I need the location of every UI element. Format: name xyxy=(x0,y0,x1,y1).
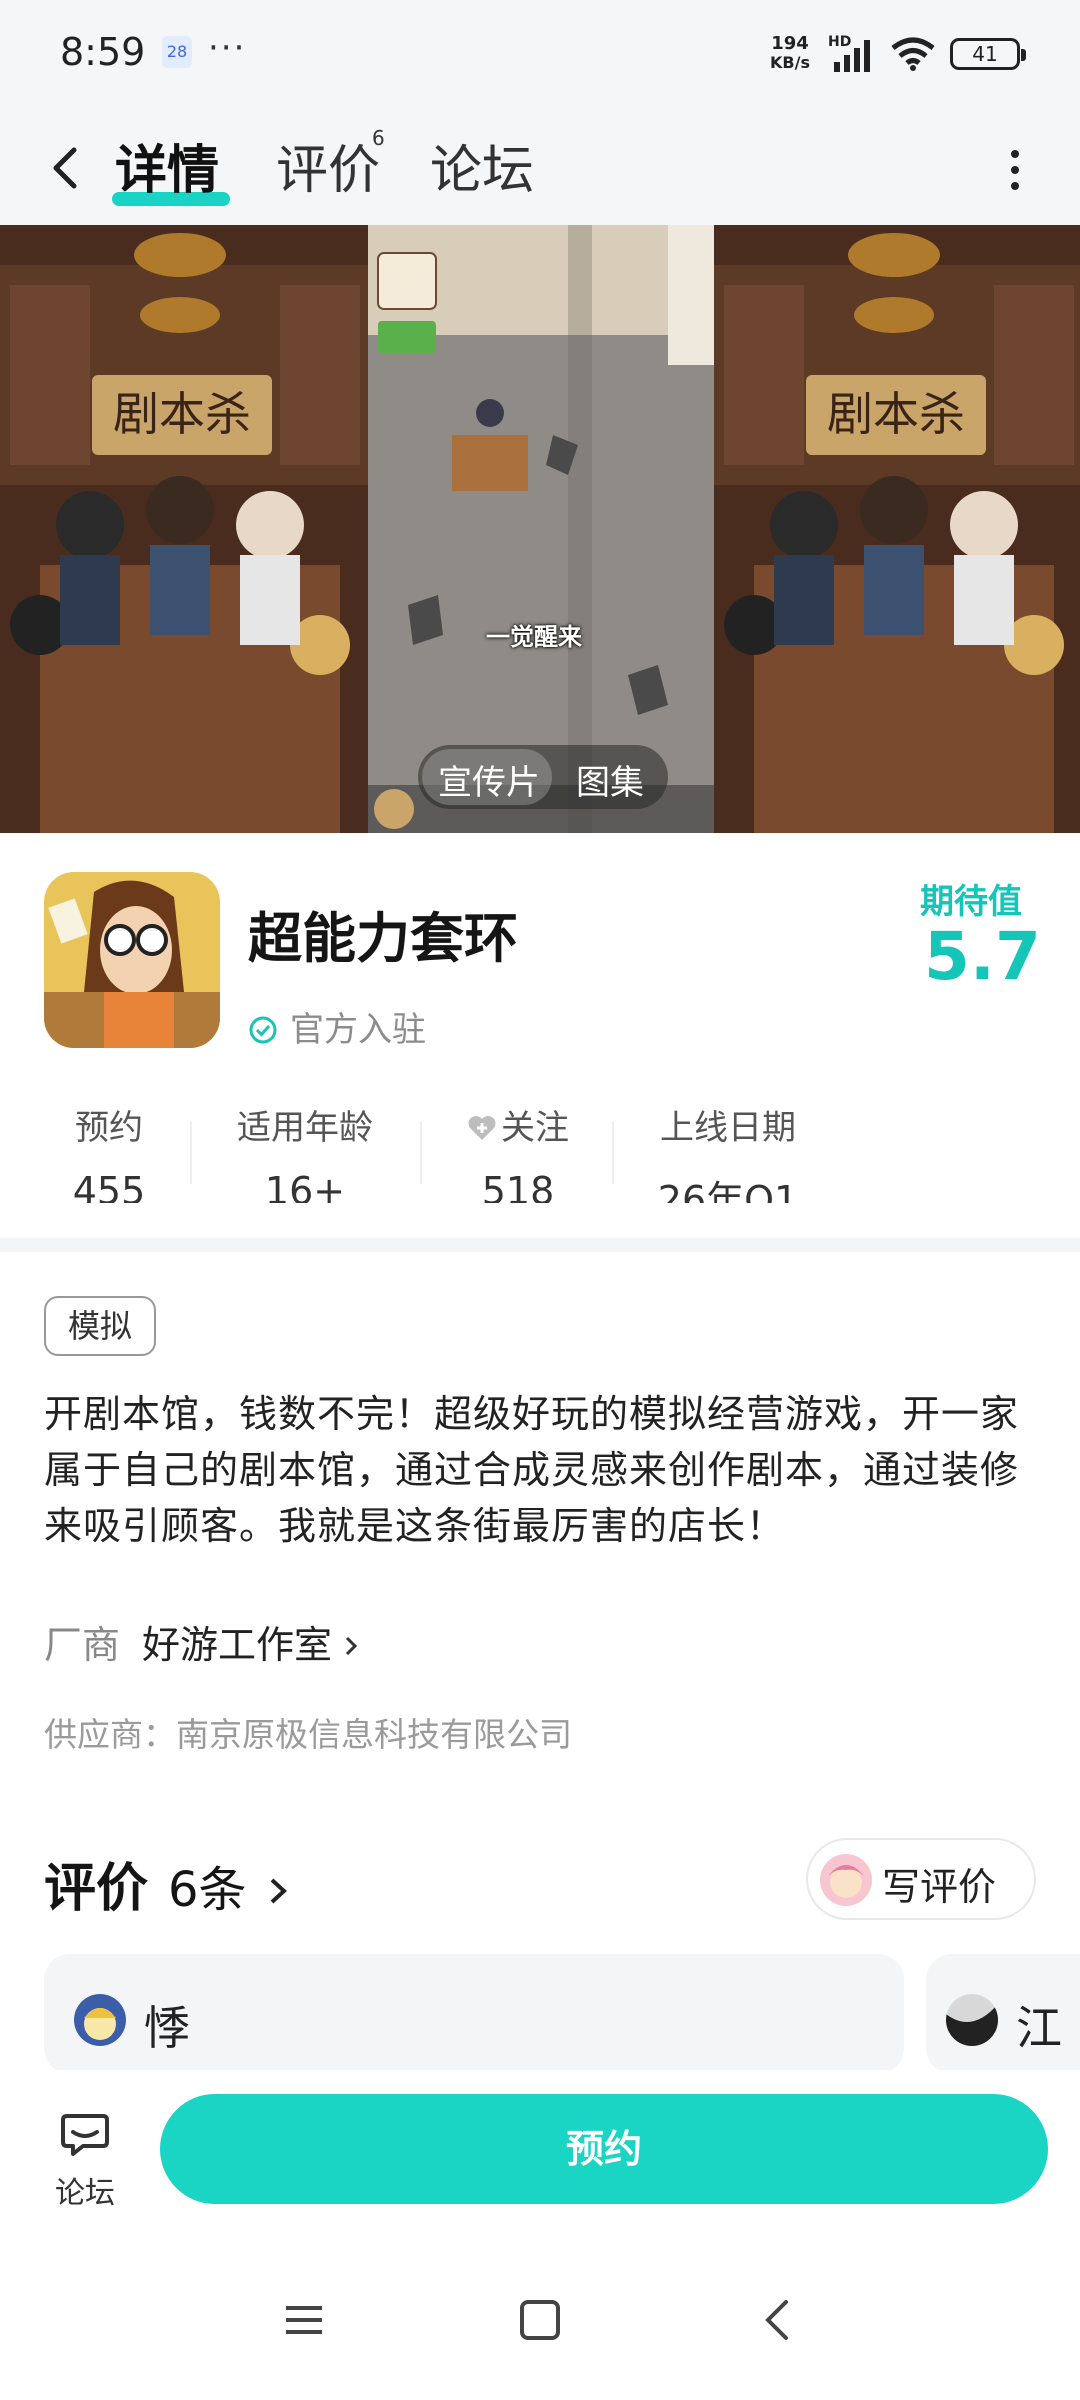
stat-reservations: 预约 455 xyxy=(44,1100,174,1203)
network-speed-value: 194 xyxy=(771,33,809,54)
reviews-count: 6条 xyxy=(168,1862,247,1918)
tab-forum[interactable]: 论坛 xyxy=(430,128,534,203)
svg-text:剧本杀: 剧本杀 xyxy=(827,387,965,441)
status-time: 8:59 xyxy=(60,30,146,74)
media-banner[interactable]: 剧本杀 剧本杀 一觉醒来 宣传片 图集 xyxy=(0,225,1080,833)
reviews-title: 评价 xyxy=(44,1859,149,1919)
reserve-button[interactable]: 预约 xyxy=(160,2094,1048,2204)
write-review-label: 写评价 xyxy=(882,1865,997,1909)
stat-divider xyxy=(612,1122,614,1184)
menu-icon[interactable] xyxy=(274,2290,334,2350)
home-icon[interactable] xyxy=(510,2290,570,2350)
expectation-label: 期待值 xyxy=(920,882,1022,922)
forum-label: 论坛 xyxy=(55,2176,115,2211)
stat-value: 455 xyxy=(72,1169,146,1203)
stat-label: 上线日期 xyxy=(660,1108,796,1148)
stat-follow[interactable]: 关注 518 xyxy=(446,1100,590,1203)
stat-label: 预约 xyxy=(75,1108,143,1148)
chat-bubble-icon xyxy=(61,2114,109,2156)
svg-text:剧本杀: 剧本杀 xyxy=(113,387,251,441)
signal-icon xyxy=(834,40,870,72)
media-tab-gallery[interactable]: 图集 xyxy=(576,755,644,804)
stats-row: 预约 455 适用年龄 16+ 关注 518 上线日期 26年Q1 xyxy=(0,1100,1080,1210)
official-badge-label: 官方入驻 xyxy=(290,1010,426,1050)
stat-label: 适用年龄 xyxy=(237,1108,373,1148)
wifi-icon xyxy=(891,37,935,71)
network-speed-unit: KB/s xyxy=(770,53,810,72)
review-card[interactable]: 江 xyxy=(926,1954,1080,2074)
stat-divider xyxy=(420,1122,422,1184)
stat-label: 关注 xyxy=(446,1100,590,1149)
reviewer-name: 悸 xyxy=(144,2001,190,2055)
forum-button[interactable]: 论坛 xyxy=(40,2106,130,2216)
banner-caption: 一觉醒来 xyxy=(486,623,582,651)
top-nav: 详情 评价 6 论坛 xyxy=(0,110,1080,225)
user-avatar xyxy=(820,1854,872,1906)
system-back-icon[interactable] xyxy=(748,2290,808,2350)
reviewer-avatar xyxy=(74,1994,126,2046)
more-notifications-icon: ··· xyxy=(208,28,247,68)
reviews-header[interactable]: 评价 6条 xyxy=(44,1846,289,1921)
bottom-action-bar: 论坛 预约 xyxy=(0,2070,1080,2240)
screenshot-gameplay xyxy=(368,225,714,833)
section-divider xyxy=(0,1238,1080,1252)
supplier-info: 供应商：南京原极信息科技有限公司 xyxy=(44,1715,572,1754)
tab-review[interactable]: 评价 xyxy=(276,128,380,203)
stat-value: 518 xyxy=(481,1169,555,1203)
tab-detail[interactable]: 详情 xyxy=(115,128,219,203)
review-card[interactable]: 悸 xyxy=(44,1954,904,2074)
heart-plus-icon xyxy=(468,1116,496,1140)
vendor-label: 厂商 xyxy=(44,1623,121,1667)
genre-tag[interactable]: 模拟 xyxy=(44,1296,157,1356)
stat-value: 26年Q1 xyxy=(657,1178,799,1203)
screenshot-murder-mystery-right: 剧本杀 xyxy=(714,225,1080,833)
more-options-icon[interactable] xyxy=(1000,140,1030,200)
notification-badge-icon: 28 xyxy=(162,36,192,68)
back-arrow-icon[interactable] xyxy=(40,132,90,202)
vendor-row[interactable]: 厂商 好游工作室 xyxy=(44,1614,360,1669)
stat-value: 16+ xyxy=(264,1169,346,1203)
game-app-icon xyxy=(44,872,220,1048)
write-review-button[interactable]: 写评价 xyxy=(806,1838,1036,1920)
vendor-name[interactable]: 好游工作室 xyxy=(142,1623,332,1667)
stat-release-date: 上线日期 26年Q1 xyxy=(640,1100,816,1203)
game-title: 超能力套环 xyxy=(248,907,518,970)
chevron-right-icon xyxy=(345,1636,358,1656)
reviewer-name: 江 xyxy=(1016,2001,1062,2055)
stat-divider xyxy=(190,1122,192,1184)
official-badge: 官方入驻 xyxy=(248,1002,426,1051)
battery-icon: 41 xyxy=(950,38,1026,70)
verified-check-icon xyxy=(249,1016,277,1044)
game-description: 开剧本馆，钱数不完！超级好玩的模拟经营游戏，开一家属于自己的剧本馆，通过合成灵感… xyxy=(44,1392,1020,1548)
chevron-right-icon xyxy=(270,1878,287,1904)
network-speed: 194 KB/s xyxy=(770,34,810,72)
reviewer-avatar xyxy=(946,1994,998,2046)
media-type-switch: 宣传片 图集 xyxy=(418,745,668,809)
expectation-score: 5.7 xyxy=(924,918,1041,995)
stat-age-rating: 适用年龄 16+ xyxy=(220,1100,390,1203)
media-tab-video[interactable]: 宣传片 xyxy=(438,755,540,804)
screenshot-murder-mystery-left: 剧本杀 xyxy=(0,225,368,833)
system-nav-bar xyxy=(0,2240,1080,2400)
tab-review-count: 6 xyxy=(372,126,385,150)
status-bar: 8:59 28 ··· 194 KB/s HD 41 xyxy=(0,0,1080,110)
